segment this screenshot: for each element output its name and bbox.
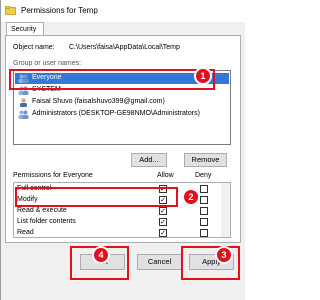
- callout-badge-2: 2: [182, 188, 200, 206]
- permissions-scrollbar[interactable]: [221, 183, 230, 237]
- callout-badge-1: 1: [194, 67, 212, 85]
- callout-box-everyone: [9, 69, 215, 90]
- group-item-faisal[interactable]: Faisal Shuvo (faisalshuvo399@gmail.com): [15, 97, 229, 108]
- perm-name: Read & execute: [17, 207, 67, 214]
- deny-checkbox[interactable]: [200, 185, 208, 193]
- users-icon: [18, 110, 29, 119]
- window-title: Permissions for Temp: [21, 6, 98, 15]
- remove-button[interactable]: Remove: [184, 153, 227, 167]
- permissions-header: Permissions for Everyone: [13, 172, 93, 179]
- callout-badge-4: 4: [92, 246, 110, 264]
- cancel-button[interactable]: Cancel: [137, 254, 182, 270]
- allow-header: Allow: [157, 172, 174, 179]
- group-item-label: Administrators (DESKTOP-GE98NMO\Administ…: [32, 110, 200, 117]
- object-name-value: C:\Users\faisa\AppData\Local\Temp: [69, 44, 180, 51]
- callout-badge-3: 3: [215, 246, 233, 264]
- permissions-dialog: Permissions for Temp Security Object nam…: [0, 0, 246, 300]
- deny-checkbox[interactable]: [200, 229, 208, 237]
- allow-checkbox[interactable]: ✓: [159, 207, 167, 215]
- object-name-label: Object name:: [13, 44, 55, 51]
- allow-checkbox[interactable]: ✓: [159, 229, 167, 237]
- perm-row-read: Read ✓: [14, 228, 230, 237]
- tab-security-label: Security: [11, 26, 37, 33]
- group-item-administrators[interactable]: Administrators (DESKTOP-GE98NMO\Administ…: [15, 109, 229, 120]
- title-bar: Permissions for Temp: [1, 0, 246, 22]
- allow-checkbox[interactable]: ✓: [159, 218, 167, 226]
- deny-header: Deny: [195, 172, 212, 179]
- group-names-label: Group or user names:: [13, 60, 82, 67]
- perm-name: List folder contents: [17, 218, 76, 225]
- group-item-label: Faisal Shuvo (faisalshuvo399@gmail.com): [32, 98, 165, 105]
- add-button[interactable]: Add...: [131, 153, 167, 167]
- user-icon: [20, 98, 27, 107]
- callout-box-full-control: [15, 187, 178, 207]
- folder-lock-icon: [5, 6, 16, 15]
- deny-checkbox[interactable]: [200, 207, 208, 215]
- deny-checkbox[interactable]: [200, 196, 208, 204]
- perm-row-read-execute: Read & execute ✓: [14, 206, 230, 217]
- deny-checkbox[interactable]: [200, 218, 208, 226]
- tab-security[interactable]: Security: [6, 22, 44, 36]
- perm-name: Read: [17, 229, 34, 236]
- perm-row-list-folder: List folder contents ✓: [14, 217, 230, 228]
